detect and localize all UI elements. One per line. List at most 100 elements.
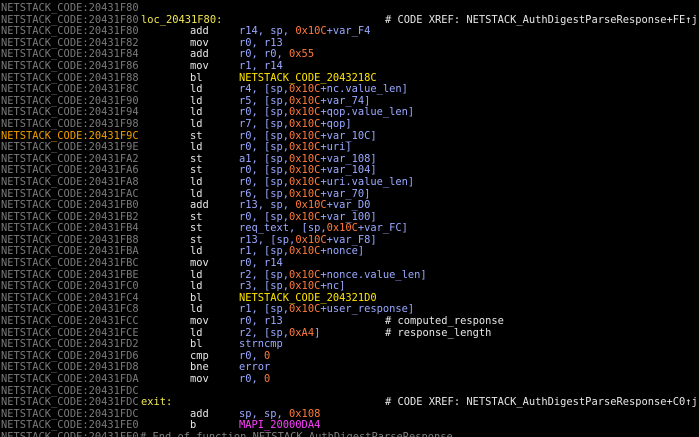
immediate-value: 0x10C xyxy=(289,141,321,154)
operand-text: +var_70] xyxy=(320,187,371,200)
immediate-value: 0x10C xyxy=(289,303,321,316)
operand-text: r0, r14 xyxy=(239,257,283,270)
listing-line[interactable]: NETSTACK_CODE:20431FE0 # End of function … xyxy=(0,430,699,437)
operand-text: r1, [sp, xyxy=(239,245,290,258)
immediate-value: 0x55 xyxy=(289,48,315,61)
operand-text: strncmp xyxy=(239,338,283,351)
immediate-value: 0x10C xyxy=(295,25,327,38)
operand-text: r5, [sp, xyxy=(239,94,290,107)
line-comment: # response_length xyxy=(385,326,492,339)
immediate-value: 0x108 xyxy=(289,407,321,420)
immediate-value: 0 xyxy=(264,373,271,385)
call-target[interactable]: MAPI_20000DA4 xyxy=(239,419,320,432)
line-address[interactable]: NETSTACK_CODE:20431FE0 xyxy=(1,431,139,437)
operand-text: +var_10C] xyxy=(320,129,377,142)
immediate-value: 0xA4 xyxy=(289,326,315,339)
operand-text: r0, xyxy=(239,349,265,362)
immediate-value: 0x10C xyxy=(289,210,321,223)
operand-text: r3, [sp, xyxy=(239,280,290,293)
immediate-value: 0x10C xyxy=(289,106,321,119)
line-address[interactable]: NETSTACK_CODE:20431F86 xyxy=(1,60,139,73)
operand-text: r14, sp, xyxy=(239,25,296,38)
line-comment: # CODE XREF: NETSTACK_AuthDigestParseRes… xyxy=(385,396,698,409)
operand-text: +var_108] xyxy=(320,152,377,165)
mnemonic: mov xyxy=(190,59,209,72)
immediate-value: 0x10C xyxy=(289,280,321,293)
immediate-value: 0x10C xyxy=(289,187,321,200)
operand-text: +uri.value_len] xyxy=(320,175,415,188)
operand-text: r0, [sp, xyxy=(239,141,290,154)
operand-text: r0, r0, xyxy=(239,48,290,61)
operands[interactable]: r0, 0 xyxy=(239,373,271,386)
operand-text: +nc.value_len] xyxy=(320,83,408,96)
listing-line[interactable]: NETSTACK_CODE:20431FCC mov r0, r13 # comput… xyxy=(0,315,699,328)
disassembly-listing[interactable]: NETSTACK_CODE:20431F80 NETSTACK_CODE:2043… xyxy=(0,0,699,437)
operand-text: r0, [sp, xyxy=(239,164,290,177)
operand-text: r2, [sp, xyxy=(239,326,290,339)
immediate-value: 0 xyxy=(264,349,271,362)
operand-text: r2, [sp, xyxy=(239,268,290,281)
operand-text: +qop.value_len] xyxy=(320,106,415,119)
immediate-value: 0x10C xyxy=(295,233,327,246)
operand-text: r4, [sp, xyxy=(239,83,290,96)
operand-text: +nc] xyxy=(320,280,346,293)
operand-text: r13, sp, xyxy=(239,199,296,212)
mnemonic: ld xyxy=(190,141,203,154)
operand-text: r6, [sp, xyxy=(239,187,290,200)
mnemonic: mov xyxy=(190,315,209,328)
operand-text: r0, xyxy=(239,373,265,385)
line-address[interactable]: NETSTACK_CODE:20431FBC xyxy=(1,257,139,270)
mnemonic: ld xyxy=(190,117,203,130)
code-label[interactable]: loc_20431F80: xyxy=(141,14,222,27)
immediate-value: 0x10C xyxy=(289,94,321,107)
operand-text: +qop] xyxy=(320,117,352,130)
line-address[interactable]: NETSTACK_CODE:20431F98 xyxy=(1,118,139,131)
call-target[interactable]: NETSTACK_CODE_2043218C xyxy=(239,72,377,84)
line-address[interactable]: NETSTACK_CODE:20431FCC xyxy=(1,315,139,328)
operand-text: r0, [sp, xyxy=(239,210,290,223)
operand-text: +uri] xyxy=(320,141,352,154)
operand-text: a1, [sp, xyxy=(239,152,290,165)
immediate-value: 0x10C xyxy=(289,83,321,96)
operand-text: +var_F8] xyxy=(326,233,377,246)
listing-line[interactable]: NETSTACK_CODE:20431F80 xyxy=(0,2,699,15)
operand-text: sp, sp, xyxy=(239,407,290,420)
operand-text: +var_104] xyxy=(320,164,377,177)
operand-text: +var_100] xyxy=(320,210,377,223)
operand-text: ] xyxy=(314,326,321,339)
line-address[interactable]: NETSTACK_CODE:20431FDA xyxy=(1,373,139,386)
mnemonic: mov xyxy=(190,373,209,385)
mnemonic: mov xyxy=(190,257,209,270)
line-address[interactable]: NETSTACK_CODE:20431F80 xyxy=(1,2,139,15)
operand-text: error xyxy=(239,361,271,374)
immediate-value: 0x10C xyxy=(289,245,321,258)
mnemonic: add xyxy=(190,199,209,212)
line-comment: # CODE XREF: NETSTACK_AuthDigestParseRes… xyxy=(385,13,698,26)
immediate-value: 0x10C xyxy=(289,164,321,177)
listing-line[interactable]: NETSTACK_CODE:20431FDA mov r0, 0 xyxy=(0,373,699,386)
line-address[interactable]: NETSTACK_CODE:20431F9E xyxy=(1,142,139,154)
immediate-value: 0x10C xyxy=(289,268,321,281)
function-end-comment: # End of function NETSTACK_AuthDigestPar… xyxy=(140,430,453,437)
operand-text: r0, [sp, xyxy=(239,106,290,119)
operand-text: +var_74] xyxy=(320,94,371,107)
operand-text: +var_D0 xyxy=(326,199,371,212)
immediate-value: 0x10C xyxy=(326,222,358,235)
operand-text: r0, r13 xyxy=(239,315,283,328)
mnemonic: ld xyxy=(190,83,203,96)
immediate-value: 0x10C xyxy=(289,117,321,130)
operand-text: +nonce] xyxy=(320,245,365,258)
immediate-value: 0x10C xyxy=(289,129,321,142)
immediate-value: 0x10C xyxy=(289,152,321,165)
line-address[interactable]: NETSTACK_CODE:20431FB0 xyxy=(1,199,139,212)
line-address[interactable]: NETSTACK_CODE:20431F8C xyxy=(1,84,139,96)
line-comment: # computed_response xyxy=(385,315,504,328)
operand-text: r0, r13 xyxy=(239,36,283,49)
operand-text: r0, [sp, xyxy=(239,175,290,188)
line-address[interactable]: NETSTACK_CODE:20431FA8 xyxy=(1,176,139,189)
operand-text: r1, r14 xyxy=(239,59,283,72)
operand-text: r0, [sp, xyxy=(239,129,290,142)
immediate-value: 0x10C xyxy=(295,199,327,212)
call-target[interactable]: NETSTACK_CODE_204321D0 xyxy=(239,292,377,304)
code-label[interactable]: exit: xyxy=(141,397,172,409)
